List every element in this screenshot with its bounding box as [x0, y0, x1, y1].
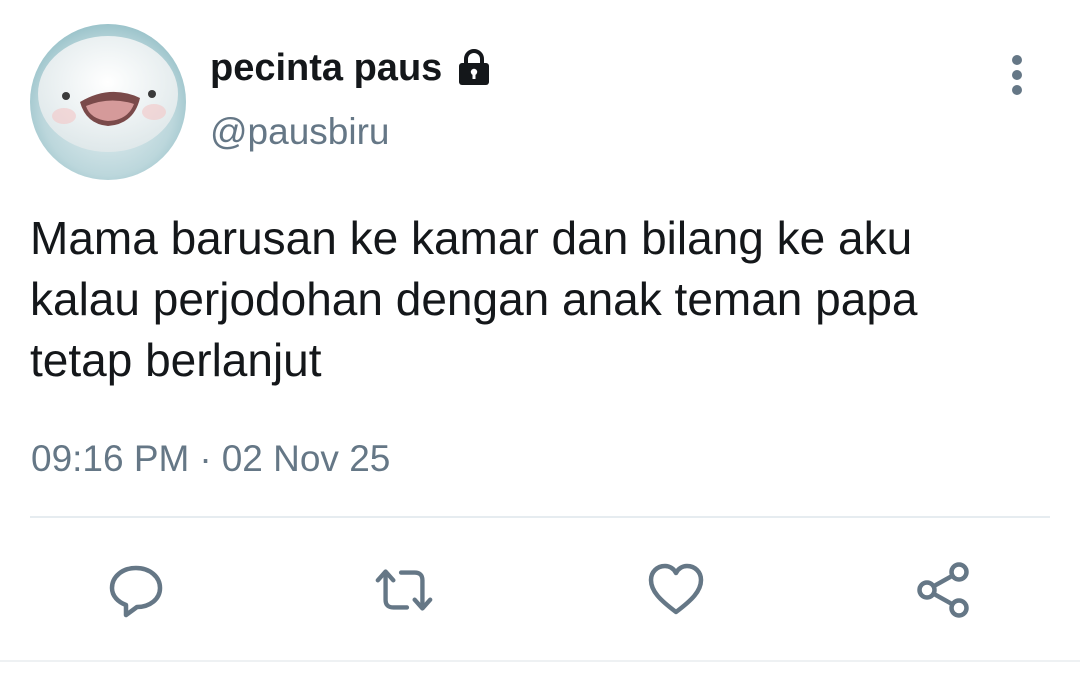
meta-separator: ·: [199, 438, 212, 479]
more-options-button[interactable]: [996, 52, 1038, 98]
heart-icon: [648, 563, 704, 615]
tweet-text-line: kalau perjodohan dengan anak teman papa: [30, 273, 918, 325]
divider: [30, 516, 1050, 518]
tweet-date: 02 Nov 25: [221, 438, 391, 479]
like-button[interactable]: [644, 560, 708, 620]
tweet-text-line: tetap berlanjut: [30, 334, 322, 386]
lock-icon: [454, 48, 494, 88]
tweet-time: 09:16 PM: [31, 438, 190, 479]
more-vertical-icon: [1012, 55, 1022, 95]
tweet-text-line: Mama barusan ke kamar dan bilang ke aku: [30, 212, 913, 264]
beluga-avatar-image: [30, 24, 186, 180]
retweet-icon: [375, 569, 433, 611]
tweet-timestamp[interactable]: 09:16 PM · 02 Nov 25: [31, 436, 390, 482]
username-handle[interactable]: @pausbiru: [210, 110, 390, 154]
retweet-button[interactable]: [372, 560, 436, 620]
bottom-divider: [0, 660, 1080, 662]
display-name-text: pecinta paus: [210, 47, 443, 89]
tweet-actions-bar: [0, 560, 1080, 620]
tweet-text: Mama barusan ke kamar dan bilang ke aku …: [30, 208, 1070, 391]
display-name[interactable]: pecinta paus: [210, 46, 494, 90]
share-icon: [917, 562, 969, 618]
reply-icon: [109, 565, 163, 618]
share-button[interactable]: [912, 560, 976, 620]
reply-button[interactable]: [104, 560, 168, 620]
avatar[interactable]: [30, 24, 186, 180]
